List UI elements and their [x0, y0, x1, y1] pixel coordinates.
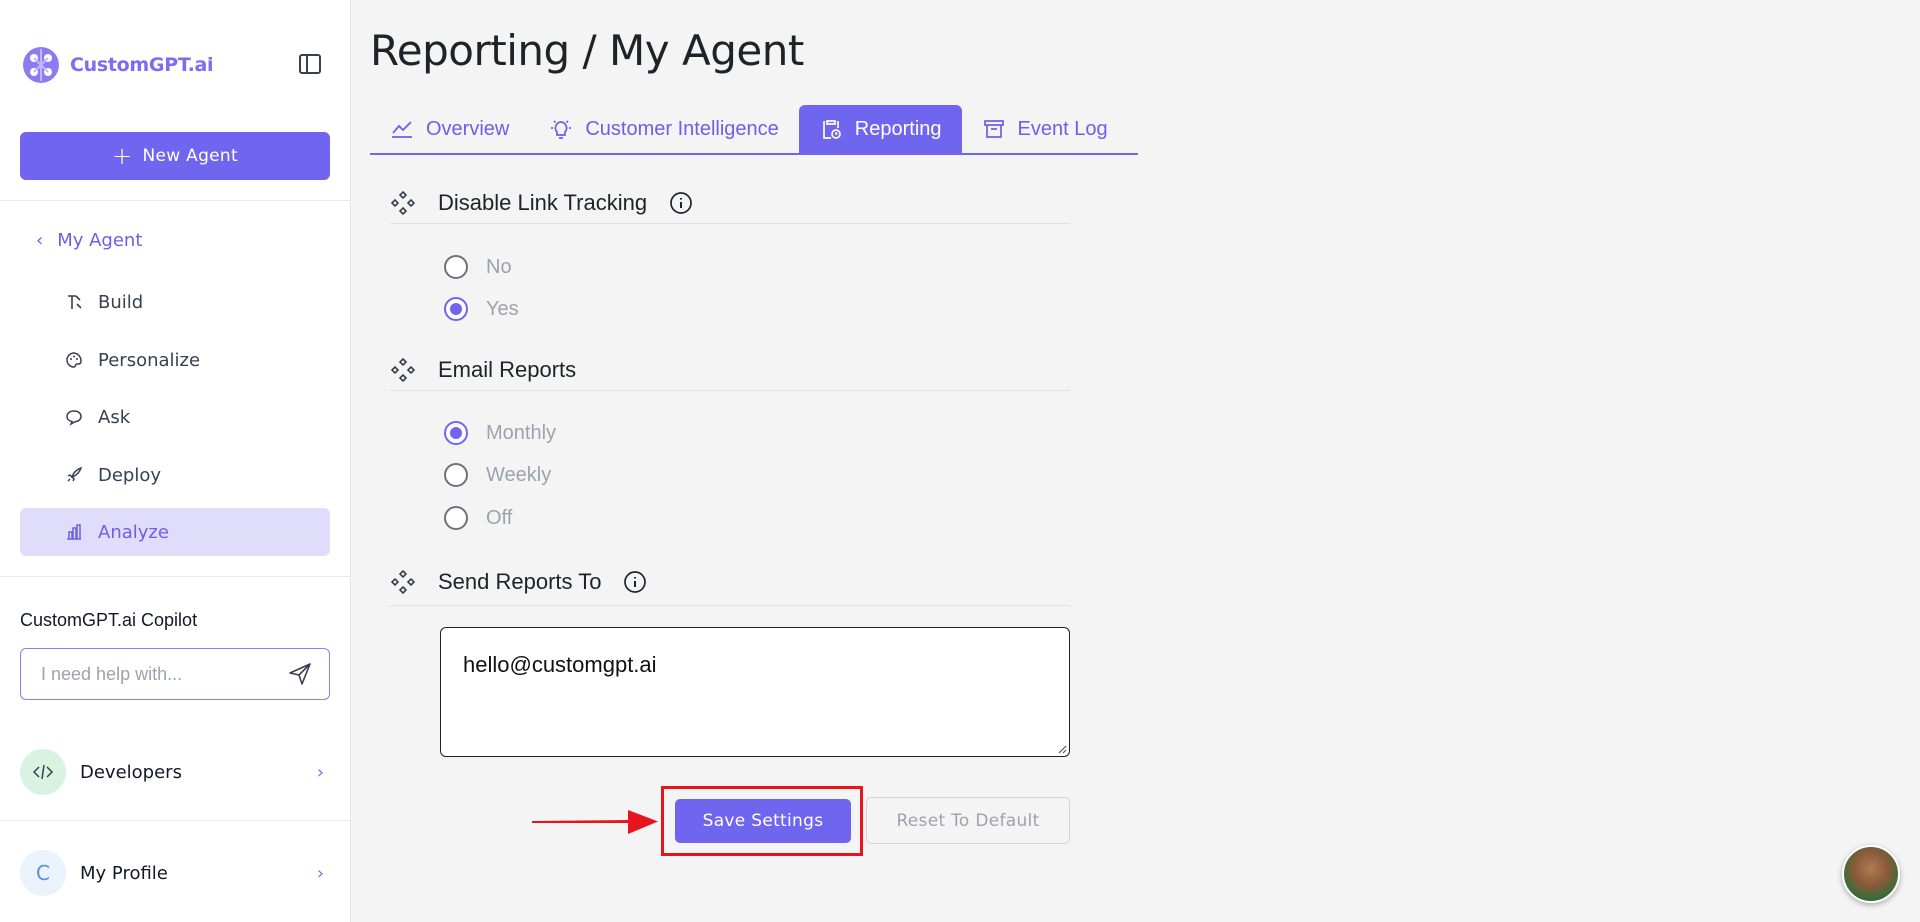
copilot-input-box: [20, 648, 330, 700]
rocket-icon: [64, 465, 84, 485]
tab-event-log[interactable]: Event Log: [962, 105, 1128, 153]
sidebar-item-ask[interactable]: Ask: [20, 393, 330, 441]
brand-name: CustomGPT.ai: [70, 54, 214, 76]
copilot-title: CustomGPT.ai Copilot: [20, 610, 198, 630]
chevron-left-icon: ‹: [36, 230, 44, 251]
info-icon[interactable]: [623, 570, 647, 594]
divider: [0, 820, 351, 821]
bar-chart-icon: [64, 522, 84, 542]
radio-option-weekly[interactable]: Weekly: [444, 463, 551, 487]
save-settings-button[interactable]: Save Settings: [675, 799, 851, 843]
back-label: My Agent: [57, 230, 143, 251]
sidebar-item-label: Ask: [98, 406, 131, 428]
line-chart-icon: [392, 121, 412, 138]
sidebar-item-label: Analyze: [98, 521, 169, 543]
divider: [0, 576, 351, 577]
report-email-textarea[interactable]: hello@customgpt.ai: [440, 627, 1070, 757]
profile-label: My Profile: [80, 862, 168, 884]
tab-reporting[interactable]: Reporting: [798, 105, 962, 153]
brand-logo[interactable]: CustomGPT.ai: [20, 44, 214, 86]
section-header: Disable Link Tracking: [390, 182, 1070, 224]
tab-label: Event Log: [1017, 117, 1108, 140]
link-tracking-section: Disable Link Tracking: [390, 182, 1070, 224]
archive-icon: [983, 120, 1004, 138]
send-reports-section: Send Reports To: [390, 558, 1070, 606]
sidebar-toggle-icon[interactable]: [297, 51, 323, 77]
sidebar-item-label: Personalize: [98, 349, 201, 371]
reset-to-default-button[interactable]: Reset To Default: [866, 797, 1070, 844]
developers-link[interactable]: Developers ›: [20, 747, 330, 797]
code-icon: [20, 749, 66, 795]
move-icon[interactable]: [390, 357, 416, 383]
copilot-input[interactable]: [41, 663, 287, 685]
section-header: Send Reports To: [390, 558, 1070, 606]
radio-label: Monthly: [486, 421, 557, 444]
chevron-right-icon: ›: [316, 862, 324, 884]
section-title: Email Reports: [438, 356, 577, 382]
radio-option-no[interactable]: No: [444, 255, 512, 279]
new-agent-button[interactable]: + New Agent: [20, 132, 330, 180]
radio-label: Yes: [486, 297, 519, 320]
radio-button[interactable]: [444, 297, 468, 321]
move-icon[interactable]: [390, 190, 416, 216]
palette-icon: [64, 350, 84, 370]
sidebar-item-personalize[interactable]: Personalize: [20, 336, 330, 384]
chevron-right-icon: ›: [316, 761, 324, 783]
radio-option-off[interactable]: Off: [444, 506, 512, 530]
radio-label: No: [486, 255, 512, 278]
sidebar: CustomGPT.ai + New Agent ‹ My Agent Buil…: [0, 0, 351, 922]
radio-label: Weekly: [486, 463, 552, 486]
radio-button[interactable]: [444, 255, 468, 279]
section-header: Email Reports: [390, 349, 1070, 391]
resize-handle-icon[interactable]: [1055, 742, 1067, 754]
tab-label: Reporting: [854, 117, 942, 140]
plus-icon: +: [112, 142, 133, 170]
section-title: Send Reports To: [438, 568, 602, 594]
sidebar-item-analyze[interactable]: Analyze: [20, 508, 330, 556]
clipboard-icon: [822, 120, 841, 139]
tab-label: Overview: [426, 117, 510, 140]
chat-icon: [64, 407, 84, 427]
radio-button[interactable]: [444, 421, 468, 445]
radio-label: Off: [486, 506, 513, 529]
radio-button[interactable]: [444, 463, 468, 487]
brain-logo-icon: [23, 47, 59, 83]
new-agent-label: New Agent: [142, 146, 238, 166]
radio-option-monthly[interactable]: Monthly: [444, 421, 556, 445]
sidebar-item-label: Build: [98, 291, 144, 313]
section-title: Disable Link Tracking: [438, 189, 648, 215]
divider: [0, 200, 351, 201]
avatar: C: [20, 850, 66, 896]
sidebar-item-build[interactable]: Build: [20, 278, 330, 326]
sidebar-item-label: Deploy: [98, 464, 162, 486]
red-arrow-annotation: [532, 810, 658, 834]
page-title: Reporting / My Agent: [370, 26, 804, 75]
developers-label: Developers: [80, 761, 182, 783]
radio-option-yes[interactable]: Yes: [444, 297, 519, 321]
tab-label: Customer Intelligence: [585, 117, 779, 140]
build-icon: [64, 292, 84, 312]
my-profile-link[interactable]: C My Profile ›: [20, 848, 330, 898]
lightbulb-icon: [551, 120, 572, 139]
tab-overview[interactable]: Overview: [370, 105, 529, 153]
back-to-agent-link[interactable]: ‹ My Agent: [36, 230, 142, 251]
move-icon[interactable]: [390, 569, 416, 595]
radio-button[interactable]: [444, 506, 468, 530]
support-chat-avatar[interactable]: [1842, 845, 1900, 903]
email-reports-section: Email Reports: [390, 349, 1070, 391]
info-icon[interactable]: [669, 191, 693, 215]
sidebar-item-deploy[interactable]: Deploy: [20, 451, 330, 499]
textarea-value: hello@customgpt.ai: [463, 652, 657, 677]
send-icon[interactable]: [287, 661, 313, 687]
tab-customer-intelligence[interactable]: Customer Intelligence: [529, 105, 798, 153]
tab-bar: Overview Customer Intelligence Reporting…: [370, 105, 1138, 155]
